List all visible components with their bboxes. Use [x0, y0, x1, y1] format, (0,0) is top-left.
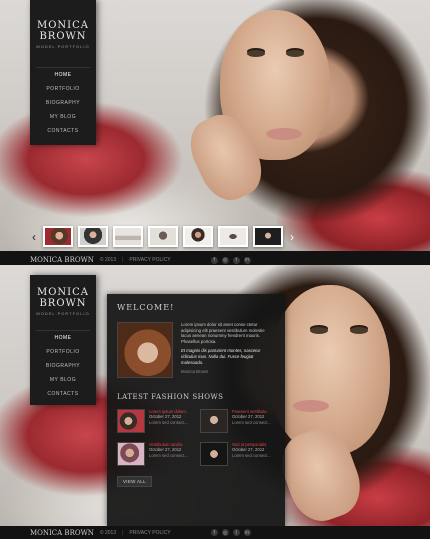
model-eye-left — [310, 327, 328, 334]
show-excerpt: Lorem sed consect... — [232, 419, 271, 425]
sidebar: MONICA BROWN MODEL PORTFOLIO HOME PORTFO… — [30, 275, 96, 405]
instagram-icon[interactable]: ◎ — [221, 256, 229, 264]
next-arrow-icon[interactable]: › — [288, 230, 296, 244]
thumbnail[interactable] — [183, 226, 213, 247]
welcome-paragraph: Lorem ipsum dolor sit amet conse ctetur … — [181, 322, 265, 344]
welcome-portrait — [117, 322, 173, 378]
privacy-policy-link[interactable]: PRIVACY POLICY — [129, 530, 170, 536]
model-eye-right — [350, 327, 368, 334]
linkedin-icon[interactable]: in — [243, 529, 251, 536]
linkedin-icon[interactable]: in — [243, 256, 251, 264]
welcome-paragraph: Et magnis dis parturient montes, nascetu… — [181, 348, 261, 365]
nav-item-biography[interactable]: BIOGRAPHY — [36, 96, 90, 110]
shows-grid: Lorem ipsum dolam. October 27, 2012 Lore… — [117, 408, 275, 466]
sidebar: MONICA BROWN MODEL PORTFOLIO HOME PORTFO… — [30, 0, 96, 145]
nav-item-contacts[interactable]: CONTACTS — [36, 387, 90, 401]
welcome-title: WELCOME! — [117, 303, 175, 312]
thumbnail[interactable] — [148, 226, 178, 247]
thumbnail-strip: ‹ › — [30, 226, 296, 247]
show-thumbnail[interactable] — [117, 408, 145, 433]
nav-item-contacts[interactable]: CONTACTS — [36, 124, 90, 138]
facebook-icon[interactable]: f — [210, 256, 218, 264]
show-item: Sed ut perspiciatis. October 27, 2012 Lo… — [200, 441, 275, 466]
content-panel: WELCOME! Lorem ipsum dolor sit amet cons… — [107, 294, 285, 527]
brand-subtitle: MODEL PORTFOLIO — [36, 311, 90, 316]
footer-separator: | — [122, 529, 124, 536]
brand-name[interactable]: MONICA BROWN — [30, 287, 96, 309]
welcome-section: Lorem ipsum dolor sit amet conse ctetur … — [117, 322, 275, 379]
footer-separator: | — [122, 257, 124, 263]
nav-item-home[interactable]: HOME — [36, 331, 90, 345]
nav-item-home[interactable]: HOME — [36, 68, 90, 82]
homepage-preview: MONICA BROWN MODEL PORTFOLIO HOME PORTFO… — [0, 0, 430, 257]
model-lips — [293, 400, 329, 412]
footer-year: © 2013 — [99, 529, 117, 536]
show-thumbnail[interactable] — [200, 408, 228, 433]
show-item: Lorem ipsum dolam. October 27, 2012 Lore… — [117, 408, 192, 433]
show-thumbnail[interactable] — [117, 441, 145, 466]
facebook-icon[interactable]: f — [210, 529, 218, 536]
brand-subtitle: MODEL PORTFOLIO — [36, 44, 90, 49]
nav-item-my-blog[interactable]: MY BLOG — [36, 110, 90, 124]
nav-item-biography[interactable]: BIOGRAPHY — [36, 359, 90, 373]
model-lips — [266, 128, 302, 140]
show-item: Praesent vestibulu. October 27, 2012 Lor… — [200, 408, 275, 433]
instagram-icon[interactable]: ◎ — [221, 529, 229, 536]
view-all-button[interactable]: VIEW ALL — [117, 475, 152, 487]
show-item: Vestibulum iaculis. October 27, 2012 Lor… — [117, 441, 192, 466]
thumbnail[interactable] — [218, 226, 248, 247]
thumbnail[interactable] — [253, 226, 283, 247]
footer-top-page: MONICA BROWN © 2013 | PRIVACY POLICY f ◎… — [0, 255, 430, 265]
nav-item-portfolio[interactable]: PORTFOLIO — [36, 82, 90, 96]
privacy-policy-link[interactable]: PRIVACY POLICY — [129, 257, 170, 263]
prev-arrow-icon[interactable]: ‹ — [30, 230, 38, 244]
twitter-icon[interactable]: t — [232, 529, 240, 536]
twitter-icon[interactable]: t — [232, 256, 240, 264]
social-links: f ◎ t in — [210, 529, 251, 536]
thumbnail[interactable] — [43, 226, 73, 247]
show-excerpt: Lorem sed consect... — [232, 452, 271, 458]
model-face — [270, 285, 390, 455]
footer-brand: MONICA BROWN — [30, 256, 94, 264]
social-links: f ◎ t in — [210, 256, 251, 264]
model-eye-left — [247, 50, 265, 57]
show-excerpt: Lorem sed consect... — [149, 419, 188, 425]
show-thumbnail[interactable] — [200, 441, 228, 466]
shows-title: LATEST FASHION SHOWS — [117, 392, 224, 401]
thumbnail[interactable] — [113, 226, 143, 247]
brand-name[interactable]: MONICA BROWN — [30, 20, 96, 42]
model-eye-right — [286, 50, 304, 57]
footer-year: © 2013 — [99, 257, 117, 263]
footer: MONICA BROWN © 2013 | PRIVACY POLICY f ◎… — [0, 526, 430, 539]
welcome-author: Monica Brown — [181, 369, 209, 375]
thumbnail[interactable] — [78, 226, 108, 247]
main-nav: HOME PORTFOLIO BIOGRAPHY MY BLOG CONTACT… — [36, 67, 90, 138]
show-excerpt: Lorem sed consect... — [149, 452, 188, 458]
nav-item-portfolio[interactable]: PORTFOLIO — [36, 345, 90, 359]
welcome-page-preview: MONICA BROWN MODEL PORTFOLIO HOME PORTFO… — [0, 265, 430, 539]
footer-brand: MONICA BROWN — [30, 528, 94, 537]
welcome-text: Lorem ipsum dolor sit amet conse ctetur … — [181, 322, 275, 379]
main-nav: HOME PORTFOLIO BIOGRAPHY MY BLOG CONTACT… — [36, 330, 90, 401]
nav-item-my-blog[interactable]: MY BLOG — [36, 373, 90, 387]
